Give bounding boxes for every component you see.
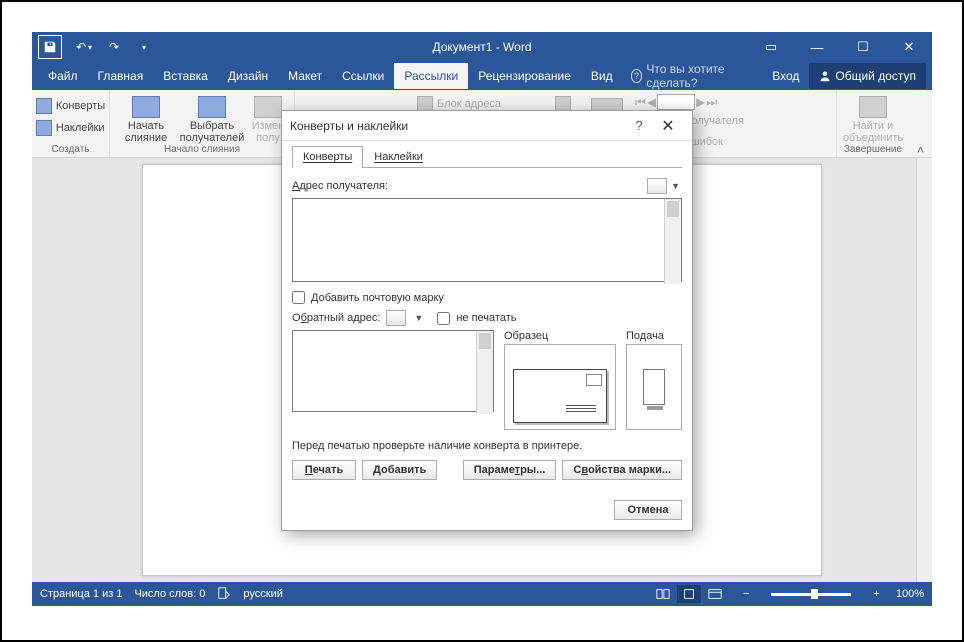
next-record-icon[interactable]: ▶ <box>696 95 705 109</box>
recipients-icon <box>198 96 226 118</box>
tab-review[interactable]: Рецензирование <box>468 63 581 89</box>
undo-button[interactable]: ↶ ▾ <box>70 33 98 61</box>
prev-record-icon[interactable]: ◀ <box>647 95 656 109</box>
dialog-help-button[interactable]: ? <box>626 118 652 133</box>
zoom-level[interactable]: 100% <box>896 588 924 600</box>
finish-icon <box>859 96 887 118</box>
tab-references[interactable]: Ссылки <box>332 63 394 89</box>
return-address-label: Обратный адрес: <box>292 312 380 324</box>
recipient-address-input[interactable] <box>292 198 682 282</box>
tab-design[interactable]: Дизайн <box>218 63 278 89</box>
finish-merge-button[interactable]: Найти и объединить <box>843 92 903 144</box>
group-label-startmerge: Начало слияния <box>164 144 240 157</box>
tab-insert[interactable]: Вставка <box>153 63 218 89</box>
close-button[interactable]: ✕ <box>886 32 932 62</box>
postage-props-button[interactable]: Свойства марки... <box>562 460 682 480</box>
signin-button[interactable]: Вход <box>762 63 809 89</box>
tab-view[interactable]: Вид <box>581 63 623 89</box>
tab-layout[interactable]: Макет <box>278 63 332 89</box>
qat-customize[interactable]: ▾ <box>130 33 158 61</box>
tab-file[interactable]: Файл <box>38 63 88 89</box>
no-print-checkbox[interactable]: не печатать <box>437 312 516 325</box>
collapse-ribbon-button[interactable]: ˄ <box>909 90 932 157</box>
address-book-icon[interactable] <box>647 178 667 194</box>
save-button[interactable] <box>38 35 62 59</box>
proofing-icon[interactable] <box>217 586 231 603</box>
share-button[interactable]: Общий доступ <box>809 63 926 89</box>
tab-envelopes[interactable]: Конверты <box>292 146 363 168</box>
return-address-dropdown[interactable]: ▼ <box>412 313 425 323</box>
titlebar: ↶ ▾ ↷ ▾ Документ1 - Word ▭ — ☐ ✕ <box>32 32 932 62</box>
dialog-close-button[interactable]: ✕ <box>652 116 684 136</box>
envelope-preview[interactable] <box>504 344 616 430</box>
printer-hint: Перед печатью проверьте наличие конверта… <box>292 440 682 452</box>
address-dropdown[interactable]: ▼ <box>669 181 682 191</box>
window-title: Документ1 - Word <box>432 40 531 54</box>
print-button[interactable]: Печать <box>292 460 356 480</box>
ribbon-options-button[interactable]: ▭ <box>748 32 794 62</box>
vertical-scrollbar[interactable] <box>916 158 932 582</box>
language-indicator[interactable]: русский <box>243 588 282 600</box>
web-layout-button[interactable] <box>703 585 727 603</box>
tab-labels[interactable]: Наклейки <box>363 146 434 168</box>
return-address-book-icon[interactable] <box>386 310 406 326</box>
record-nav[interactable]: ⏮ ◀ ▶ ⏭ <box>635 94 748 110</box>
no-print-input[interactable] <box>437 312 450 325</box>
options-button[interactable]: Параметры... <box>463 460 557 480</box>
feed-preview[interactable] <box>626 344 682 430</box>
cancel-button[interactable]: Отмена <box>614 500 682 520</box>
envelopes-labels-dialog: Конверты и наклейки ? ✕ Конверты Наклейк… <box>281 110 693 531</box>
share-label: Общий доступ <box>835 69 916 83</box>
labels-button[interactable]: Наклейки <box>32 118 109 138</box>
edit-list-icon <box>254 96 282 118</box>
merge-icon <box>132 96 160 118</box>
maximize-button[interactable]: ☐ <box>840 32 886 62</box>
add-postage-checkbox[interactable]: Добавить почтовую марку <box>292 291 682 304</box>
lightbulb-icon: ? <box>631 69 643 83</box>
tell-me-search[interactable]: ? Что вы хотите сделать? <box>623 62 763 90</box>
group-label-create: Создать <box>51 144 89 157</box>
sample-label: Образец <box>504 330 616 342</box>
first-record-icon[interactable]: ⏮ <box>635 95 646 110</box>
statusbar: Страница 1 из 1 Число слов: 0 русский − … <box>32 582 932 606</box>
tab-mailings[interactable]: Рассылки <box>394 63 468 89</box>
dialog-title: Конверты и наклейки <box>290 119 408 133</box>
label-icon <box>36 120 52 136</box>
add-button[interactable]: Добавить <box>362 460 437 480</box>
redo-button[interactable]: ↷ <box>100 33 128 61</box>
minimize-button[interactable]: — <box>794 32 840 62</box>
feed-label: Подача <box>626 330 682 342</box>
record-number-input[interactable] <box>657 94 695 110</box>
return-address-input[interactable] <box>292 330 494 412</box>
tab-home[interactable]: Главная <box>88 63 154 89</box>
select-recipients-button[interactable]: Выбрать получателей <box>182 92 242 144</box>
last-record-icon[interactable]: ⏭ <box>706 95 717 110</box>
no-print-label: не печатать <box>456 312 516 324</box>
envelope-icon <box>36 98 52 114</box>
print-layout-button[interactable] <box>677 585 701 603</box>
read-mode-button[interactable] <box>651 585 675 603</box>
add-postage-label: Добавить почтовую марку <box>311 292 444 304</box>
zoom-slider[interactable] <box>771 593 851 596</box>
group-label-finish: Завершение <box>844 144 902 157</box>
zoom-out-button[interactable]: − <box>739 588 753 600</box>
person-icon <box>819 70 831 82</box>
envelopes-button[interactable]: Конверты <box>32 96 109 116</box>
tell-me-placeholder: Что вы хотите сделать? <box>646 62 754 90</box>
add-postage-input[interactable] <box>292 291 305 304</box>
recipient-address-label: Адрес получателя: <box>292 180 388 192</box>
word-count[interactable]: Число слов: 0 <box>134 588 205 600</box>
page-indicator[interactable]: Страница 1 из 1 <box>40 588 122 600</box>
zoom-in-button[interactable]: + <box>869 588 883 600</box>
start-merge-button[interactable]: Начать слияние <box>116 92 176 144</box>
dialog-tabs: Конверты Наклейки <box>292 145 682 168</box>
menubar: Файл Главная Вставка Дизайн Макет Ссылки… <box>32 62 932 90</box>
